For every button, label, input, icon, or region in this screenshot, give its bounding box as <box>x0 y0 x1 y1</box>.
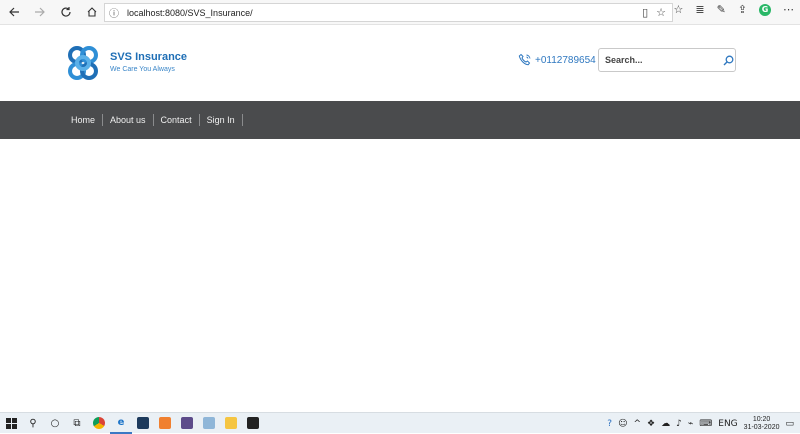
arrow-right-icon <box>35 7 45 17</box>
console-app[interactable] <box>242 413 264 434</box>
chevron-up-icon[interactable]: ^ <box>633 419 641 429</box>
app-orange-icon <box>159 417 171 429</box>
terminal-icon <box>137 417 149 429</box>
console-icon <box>247 417 259 429</box>
arrow-left-icon <box>9 7 19 17</box>
app-purple-icon <box>181 417 193 429</box>
media-app[interactable] <box>176 413 198 434</box>
nav-item-home[interactable]: Home <box>64 114 104 126</box>
refresh-button[interactable] <box>54 0 78 24</box>
taskbar: ⚲ ○ ⧉ e ? ☺ ^ ❖ ☁ ♪ ⌁ ⌨ ENG 10:20 31-03-… <box>0 412 800 434</box>
info-icon: ⓘ <box>109 9 119 20</box>
search-button[interactable] <box>722 55 735 66</box>
phone-number: +0112789654 <box>535 54 596 66</box>
brand-title[interactable]: SVS Insurance <box>110 51 187 63</box>
cortana-button[interactable]: ○ <box>44 413 66 434</box>
more-menu-icon[interactable]: ⋯ <box>783 3 794 16</box>
notepad-app[interactable] <box>198 413 220 434</box>
task-view-button[interactable]: ⧉ <box>66 413 88 434</box>
network-icon[interactable]: ⌁ <box>688 419 693 429</box>
phone-contact[interactable]: +0112789654 <box>518 53 596 67</box>
circle-icon: ○ <box>50 417 60 429</box>
pen-icon[interactable]: ✎ <box>717 3 726 16</box>
notifications-icon[interactable]: ▭ <box>785 419 794 429</box>
clock-date: 31-03-2020 <box>743 423 780 431</box>
search-input[interactable] <box>599 55 722 65</box>
language-indicator[interactable]: ENG <box>718 419 737 429</box>
brand-tagline: We Care You Always <box>110 66 175 73</box>
home-icon <box>87 7 97 17</box>
volume-icon[interactable]: ♪ <box>676 419 682 429</box>
nav-item-contact[interactable]: Contact <box>154 114 200 126</box>
home-button[interactable] <box>80 0 104 24</box>
favorite-star-icon[interactable]: ☆ <box>656 6 666 19</box>
file-explorer-app[interactable] <box>220 413 242 434</box>
logo-icon <box>68 46 98 80</box>
back-button[interactable] <box>2 0 26 24</box>
onedrive-icon[interactable]: ☁ <box>661 419 670 429</box>
clock-time: 10:20 <box>752 415 771 423</box>
clock[interactable]: 10:20 31-03-2020 <box>744 416 780 432</box>
folder-icon <box>225 417 237 429</box>
help-icon[interactable]: ? <box>607 419 612 429</box>
start-button[interactable] <box>0 413 22 434</box>
page-content <box>0 139 800 412</box>
refresh-icon <box>61 7 71 17</box>
forward-button[interactable] <box>28 0 52 24</box>
search-box <box>598 48 736 72</box>
terminal-app[interactable] <box>132 413 154 434</box>
edge-app[interactable]: e <box>110 413 132 434</box>
people-icon[interactable]: ☺ <box>618 419 627 429</box>
search-taskbar-button[interactable]: ⚲ <box>22 413 44 434</box>
dropbox-icon[interactable]: ❖ <box>647 419 655 429</box>
task-view-icon: ⧉ <box>73 417 81 429</box>
qlik-app[interactable] <box>154 413 176 434</box>
main-nav: Home About us Contact Sign In <box>0 101 800 139</box>
notepad-icon <box>203 417 215 429</box>
search-icon: ⚲ <box>29 417 37 429</box>
nav-item-about-us[interactable]: About us <box>103 114 154 126</box>
favorites-list-icon[interactable]: ☆ <box>673 3 683 16</box>
windows-icon <box>5 417 17 429</box>
address-bar[interactable]: ⓘ localhost:8080/SVS_Insurance/ ▯ ☆ <box>104 3 673 22</box>
edge-icon: e <box>117 416 125 428</box>
search-icon <box>723 55 734 65</box>
reading-list-icon[interactable]: ≣ <box>695 3 704 16</box>
browser-toolbar: ⓘ localhost:8080/SVS_Insurance/ ▯ ☆ ☆ ≣ … <box>0 0 800 25</box>
chrome-icon <box>93 417 105 429</box>
reading-view-icon[interactable]: ▯ <box>642 6 648 19</box>
chrome-app[interactable] <box>88 413 110 434</box>
nav-item-sign-in[interactable]: Sign In <box>200 114 243 126</box>
address-url[interactable]: localhost:8080/SVS_Insurance/ <box>127 8 642 18</box>
profile-icon[interactable]: G <box>759 3 771 16</box>
system-tray: ? ☺ ^ ❖ ☁ ♪ ⌁ ⌨ ENG 10:20 31-03-2020 ▭ <box>607 413 794 434</box>
share-icon[interactable]: ⇪ <box>738 3 747 16</box>
phone-icon <box>518 53 531 66</box>
keyboard-icon[interactable]: ⌨ <box>699 419 712 429</box>
